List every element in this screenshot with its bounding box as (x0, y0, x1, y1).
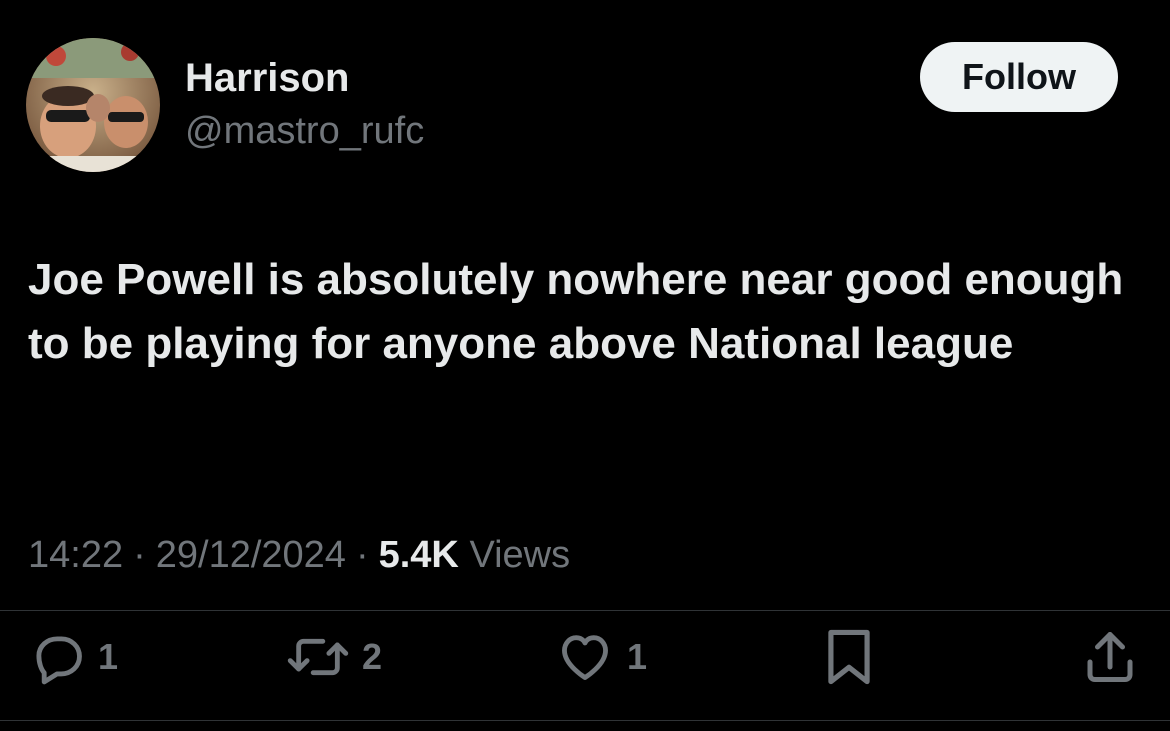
repost-count: 2 (362, 636, 383, 677)
tweet-date[interactable]: 29/12/2024 (156, 534, 346, 576)
reply-icon (28, 628, 86, 686)
bookmark-button[interactable] (822, 624, 876, 690)
reply-count: 1 (98, 636, 119, 677)
reply-button[interactable]: 1 (28, 624, 118, 690)
display-name[interactable]: Harrison (185, 54, 350, 102)
meta-separator: · (133, 534, 146, 576)
share-button[interactable] (1080, 624, 1140, 690)
views-label: Views (469, 534, 571, 576)
repost-button[interactable]: 2 (286, 624, 382, 690)
tweet-text: Joe Powell is absolutely nowhere near go… (28, 255, 1124, 368)
like-count: 1 (627, 636, 648, 677)
heart-icon (555, 628, 615, 686)
share-icon (1080, 626, 1140, 688)
avatar-photo (26, 38, 160, 172)
repost-icon (286, 628, 350, 686)
divider (0, 610, 1170, 611)
tweet-time[interactable]: 14:22 (28, 534, 123, 576)
avatar[interactable] (26, 38, 160, 172)
tweet-meta: 14:22 · 29/12/2024 · 5.4K Views (28, 530, 570, 580)
views-count: 5.4K (378, 534, 459, 576)
bookmark-icon (822, 626, 876, 688)
divider (0, 720, 1170, 721)
user-handle[interactable]: @mastro_rufc (185, 108, 424, 154)
like-button[interactable]: 1 (555, 624, 647, 690)
meta-separator: · (355, 534, 369, 576)
follow-button[interactable]: Follow (920, 42, 1118, 112)
